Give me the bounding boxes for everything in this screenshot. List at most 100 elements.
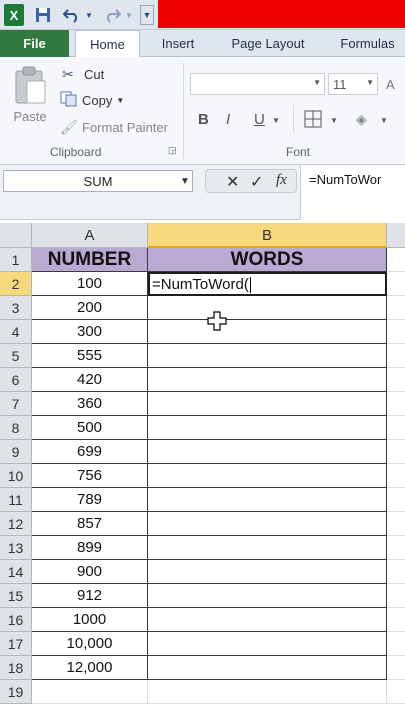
copy-button[interactable]: Copy ▼	[60, 90, 124, 110]
empty-cell[interactable]	[387, 608, 405, 632]
words-cell[interactable]	[148, 344, 387, 368]
fill-color-icon[interactable]: ◈	[356, 109, 378, 129]
bold-button[interactable]: B	[198, 109, 212, 129]
words-cell[interactable]	[148, 584, 387, 608]
number-cell[interactable]: 756	[32, 464, 148, 488]
empty-cell[interactable]	[387, 632, 405, 656]
empty-cell[interactable]	[387, 440, 405, 464]
empty-cell[interactable]	[387, 464, 405, 488]
number-cell[interactable]: 100	[32, 272, 148, 296]
words-cell[interactable]	[148, 608, 387, 632]
row-header[interactable]: 10	[0, 464, 32, 488]
paste-button[interactable]: Paste	[10, 107, 50, 125]
words-cell[interactable]	[148, 392, 387, 416]
empty-cell[interactable]	[387, 320, 405, 344]
words-cell[interactable]	[148, 536, 387, 560]
number-cell[interactable]: 857	[32, 512, 148, 536]
words-cell[interactable]	[148, 320, 387, 344]
name-box[interactable]: SUM	[3, 170, 193, 192]
words-cell[interactable]	[148, 680, 387, 704]
insert-function-icon[interactable]: fx	[276, 172, 287, 189]
clipboard-launcher-icon[interactable]: ◲	[168, 145, 177, 156]
format-painter-button[interactable]: 🖌 Format Painter	[60, 117, 168, 137]
active-edit-cell[interactable]: =NumToWord(	[148, 272, 387, 296]
header-cell-words[interactable]: WORDS	[148, 248, 387, 272]
copy-dropdown-icon[interactable]: ▼	[116, 96, 124, 105]
fill-color-dropdown-icon[interactable]: ▼	[380, 111, 390, 129]
empty-cell[interactable]	[387, 248, 405, 272]
number-cell[interactable]: 300	[32, 320, 148, 344]
number-cell[interactable]: 912	[32, 584, 148, 608]
tab-page-layout[interactable]: Page Layout	[218, 30, 318, 57]
number-cell[interactable]: 900	[32, 560, 148, 584]
paste-icon[interactable]	[10, 63, 50, 107]
number-cell[interactable]: 789	[32, 488, 148, 512]
header-cell-number[interactable]: NUMBER	[32, 248, 148, 272]
customize-qat-icon[interactable]: ▼	[140, 5, 154, 25]
number-cell[interactable]: 555	[32, 344, 148, 368]
words-cell[interactable]	[148, 560, 387, 584]
number-cell[interactable]: 360	[32, 392, 148, 416]
tab-file[interactable]: File	[0, 30, 69, 57]
row-header[interactable]: 6	[0, 368, 32, 392]
redo-icon[interactable]	[100, 4, 124, 26]
words-cell[interactable]	[148, 464, 387, 488]
underline-button[interactable]: U	[254, 109, 268, 129]
redo-dropdown-icon[interactable]: ▼	[124, 4, 134, 26]
tab-home[interactable]: Home	[75, 30, 140, 58]
words-cell[interactable]	[148, 512, 387, 536]
undo-dropdown-icon[interactable]: ▼	[84, 4, 94, 26]
row-header[interactable]: 3	[0, 296, 32, 320]
enter-icon[interactable]: ✓	[250, 172, 263, 192]
name-box-dropdown-icon[interactable]: ▼	[178, 170, 192, 192]
empty-cell[interactable]	[387, 488, 405, 512]
row-header[interactable]: 1	[0, 248, 32, 272]
row-header[interactable]: 9	[0, 440, 32, 464]
row-header[interactable]: 5	[0, 344, 32, 368]
tab-formulas[interactable]: Formulas	[330, 30, 405, 57]
grow-font-icon[interactable]: A	[386, 73, 405, 95]
number-cell[interactable]: 420	[32, 368, 148, 392]
empty-cell[interactable]	[387, 536, 405, 560]
row-header[interactable]: 14	[0, 560, 32, 584]
borders-icon[interactable]	[304, 109, 324, 129]
empty-cell[interactable]	[387, 272, 405, 296]
row-header[interactable]: 7	[0, 392, 32, 416]
row-header[interactable]: 2	[0, 272, 32, 296]
empty-cell[interactable]	[387, 368, 405, 392]
column-header-c[interactable]	[387, 223, 405, 248]
row-header[interactable]: 17	[0, 632, 32, 656]
italic-button[interactable]: I	[226, 109, 240, 129]
row-header[interactable]: 4	[0, 320, 32, 344]
empty-cell[interactable]	[387, 680, 405, 704]
undo-icon[interactable]	[60, 4, 84, 26]
empty-cell[interactable]	[387, 656, 405, 680]
number-cell[interactable]: 500	[32, 416, 148, 440]
row-header[interactable]: 16	[0, 608, 32, 632]
words-cell[interactable]	[148, 440, 387, 464]
number-cell[interactable]: 899	[32, 536, 148, 560]
cancel-icon[interactable]: ✕	[226, 172, 239, 192]
words-cell[interactable]	[148, 368, 387, 392]
words-cell[interactable]	[148, 296, 387, 320]
cut-button[interactable]: ✂ Cut	[62, 64, 104, 84]
row-header[interactable]: 8	[0, 416, 32, 440]
tab-insert[interactable]: Insert	[148, 30, 208, 57]
row-header[interactable]: 12	[0, 512, 32, 536]
font-name-box[interactable]: ▼	[190, 73, 325, 95]
font-size-dropdown-icon[interactable]: ▼	[366, 78, 374, 87]
empty-cell[interactable]	[387, 560, 405, 584]
formula-input[interactable]: =NumToWor	[300, 165, 405, 220]
save-icon[interactable]	[32, 4, 54, 26]
words-cell[interactable]	[148, 656, 387, 680]
row-header[interactable]: 18	[0, 656, 32, 680]
empty-cell[interactable]	[387, 584, 405, 608]
number-cell[interactable]: 10,000	[32, 632, 148, 656]
number-cell[interactable]: 1000	[32, 608, 148, 632]
row-header[interactable]: 19	[0, 680, 32, 704]
empty-cell[interactable]	[387, 416, 405, 440]
select-all-corner[interactable]	[0, 223, 32, 248]
excel-app-icon[interactable]: X	[4, 4, 24, 26]
number-cell[interactable]: 12,000	[32, 656, 148, 680]
row-header[interactable]: 11	[0, 488, 32, 512]
